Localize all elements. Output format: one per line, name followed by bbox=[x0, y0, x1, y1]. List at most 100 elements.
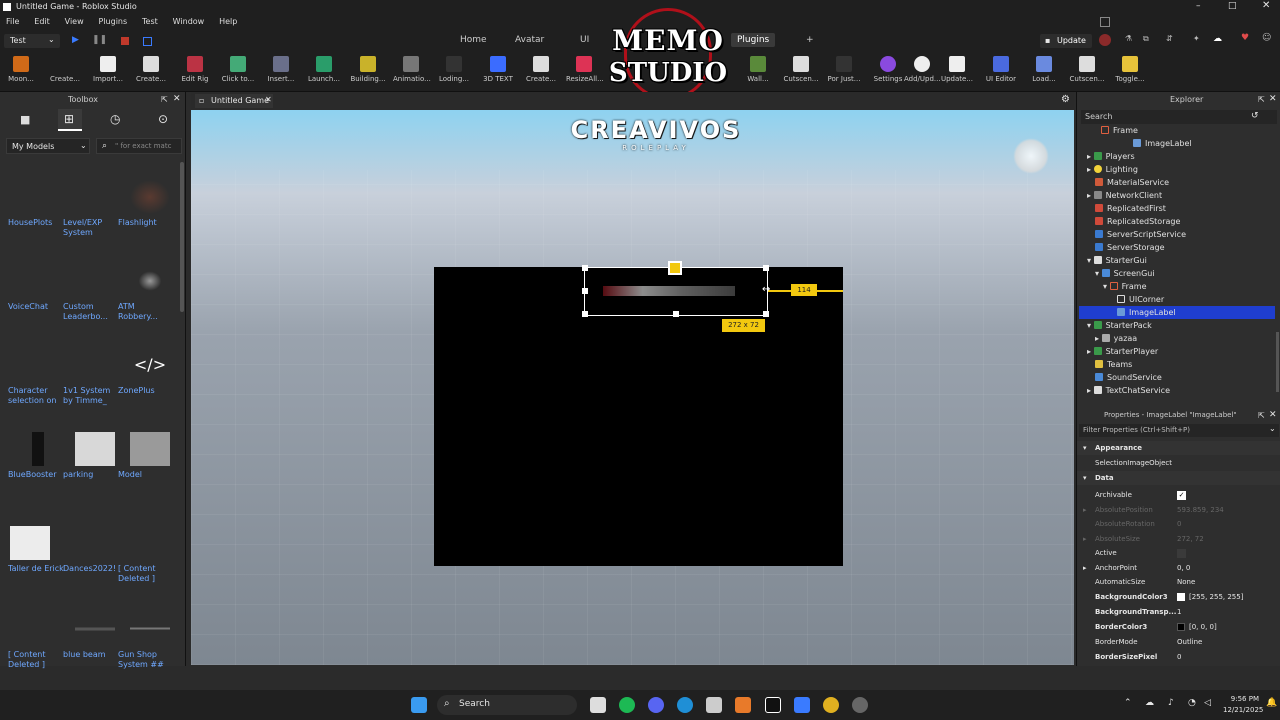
tool-ui-editor[interactable]: UI Editor bbox=[983, 56, 1019, 83]
tool-import[interactable]: Import... bbox=[90, 56, 126, 83]
tool-insert[interactable]: Insert... bbox=[263, 56, 299, 83]
tool-cutscene-2[interactable]: Cutscen... bbox=[1069, 56, 1105, 83]
cloud-icon[interactable]: ☁ bbox=[1213, 34, 1222, 44]
toolbox-item-atm-robbery[interactable]: ATM Robbery... bbox=[118, 264, 176, 322]
toolbox-item-content-deleted[interactable]: [ Content Deleted ] bbox=[118, 526, 176, 584]
tab-plugins[interactable]: Plugins bbox=[731, 33, 776, 47]
popout-icon[interactable]: ⇱ bbox=[1258, 411, 1265, 420]
tree-replicatedfirst[interactable]: ReplicatedFirst bbox=[1095, 202, 1166, 215]
toolbox-item-bluebooster[interactable]: BlueBooster bbox=[8, 432, 66, 480]
menu-edit[interactable]: Edit bbox=[34, 17, 50, 26]
imagelabel-selection[interactable] bbox=[582, 261, 769, 317]
menu-plugins[interactable]: Plugins bbox=[99, 17, 128, 26]
view-cube[interactable] bbox=[1013, 138, 1049, 174]
tool-load[interactable]: Load... bbox=[1026, 56, 1062, 83]
tab-inventory[interactable]: ⊞ bbox=[58, 109, 82, 131]
stop-icon[interactable] bbox=[121, 37, 129, 45]
filter-properties-input[interactable]: Filter Properties (Ctrl+Shift+P) ⌄ bbox=[1079, 424, 1279, 437]
resize-handle[interactable] bbox=[673, 311, 679, 317]
tree-frame-2[interactable]: ▾ Frame bbox=[1103, 280, 1147, 293]
archivable-checkbox[interactable]: ✓ bbox=[1177, 491, 1186, 500]
tool-loding[interactable]: Loding... bbox=[436, 56, 472, 83]
microphone-icon[interactable]: ♪ bbox=[1168, 698, 1174, 708]
prop-active[interactable]: Active bbox=[1077, 546, 1280, 560]
toolbox-item-character-selection[interactable]: Character selection on bbox=[8, 348, 66, 406]
maximize-icon[interactable]: □ bbox=[1228, 1, 1237, 11]
roblox-studio-icon[interactable] bbox=[765, 697, 781, 713]
tree-materialservice[interactable]: MaterialService bbox=[1095, 176, 1169, 189]
spotify-icon[interactable] bbox=[619, 697, 635, 713]
tool-animation[interactable]: Animatio... bbox=[393, 56, 431, 83]
toolbox-item-gun-shop[interactable]: Gun Shop System ## bbox=[118, 612, 176, 670]
bag-icon[interactable]: ■ bbox=[20, 113, 30, 126]
explorer-scrollbar[interactable] bbox=[1276, 332, 1279, 392]
tool-click-to[interactable]: Click to... bbox=[220, 56, 256, 83]
toolbox-scrollbar[interactable] bbox=[180, 162, 184, 312]
toolbox-item-blue-beam[interactable]: blue beam bbox=[63, 612, 121, 660]
history-icon[interactable]: ↺ bbox=[1251, 111, 1259, 121]
tree-players[interactable]: ▸ Players bbox=[1087, 150, 1135, 163]
popout-icon[interactable]: ⇱ bbox=[1258, 95, 1265, 104]
mode-select[interactable]: Test ⌄ bbox=[4, 34, 60, 48]
tool-resize-all[interactable]: ResizeAll... bbox=[566, 56, 604, 83]
tree-frame[interactable]: Frame bbox=[1101, 124, 1138, 137]
app-icon[interactable] bbox=[735, 697, 751, 713]
close-icon[interactable]: ✕ bbox=[173, 94, 181, 104]
bell-icon[interactable]: ♥ bbox=[1241, 33, 1249, 43]
chevron-up-icon[interactable]: ⌃ bbox=[1124, 698, 1132, 708]
app-icon-2[interactable] bbox=[852, 697, 868, 713]
resize-handle[interactable] bbox=[763, 265, 769, 271]
tool-por-just[interactable]: Por Just... bbox=[826, 56, 862, 83]
tool-toggle[interactable]: Toggle... bbox=[1112, 56, 1148, 83]
tree-yazaa[interactable]: ▸ yazaa bbox=[1095, 332, 1137, 345]
tree-serverscriptservice[interactable]: ServerScriptService bbox=[1095, 228, 1186, 241]
tree-imagelabel-selected[interactable]: ImageLabel bbox=[1079, 306, 1275, 319]
tool-create-3[interactable]: Create... bbox=[523, 56, 559, 83]
toolbox-item-custom-leaderboard[interactable]: Custom Leaderbo... bbox=[63, 264, 121, 322]
toolbox-search-input[interactable]: ⌕ " for exact matc bbox=[96, 138, 182, 154]
play-icon[interactable]: ▶ bbox=[72, 35, 79, 45]
close-icon[interactable]: ✕ bbox=[1269, 410, 1277, 420]
toolbox-item-level-exp[interactable]: Level/EXP System bbox=[63, 180, 121, 238]
tree-starterplayer[interactable]: ▸ StarterPlayer bbox=[1087, 345, 1158, 358]
resize-handle[interactable] bbox=[763, 311, 769, 317]
menu-help[interactable]: Help bbox=[219, 17, 237, 26]
tree-networkclient[interactable]: ▸ NetworkClient bbox=[1087, 189, 1162, 202]
toolbox-item-zoneplus[interactable]: </> ZonePlus bbox=[118, 348, 176, 396]
add-tab-icon[interactable]: + bbox=[806, 35, 814, 45]
prop-selectionimageobject[interactable]: SelectionImageObject bbox=[1077, 456, 1280, 470]
toolbox-item-1v1-system[interactable]: 1v1 System by Timme_ bbox=[63, 348, 121, 406]
magic-icon[interactable]: ✦ bbox=[1193, 34, 1200, 43]
edge-icon[interactable] bbox=[677, 697, 693, 713]
tree-textchatservice[interactable]: ▸ TextChatService bbox=[1087, 384, 1170, 397]
settings-icon[interactable]: ⚙ bbox=[1061, 94, 1070, 105]
toolbox-item-parking[interactable]: parking bbox=[63, 432, 121, 480]
share-icon[interactable]: ⧉ bbox=[1143, 34, 1149, 44]
category-dropdown[interactable]: My Models ⌄ bbox=[6, 138, 90, 154]
taskbar-search[interactable]: ⌕ Search bbox=[437, 695, 577, 715]
toggle-icon[interactable] bbox=[143, 37, 152, 46]
minimize-icon[interactable]: – bbox=[1196, 1, 1201, 11]
tree-imagelabel[interactable]: ImageLabel bbox=[1133, 137, 1192, 150]
tree-starterpack[interactable]: ▾ StarterPack bbox=[1087, 319, 1152, 332]
toolbox-item-taller-de-erick[interactable]: Taller de Erick bbox=[8, 526, 66, 574]
tree-lighting[interactable]: ▸ Lighting bbox=[1087, 163, 1138, 176]
tool-building[interactable]: Building... bbox=[350, 56, 386, 83]
tree-serverstorage[interactable]: ServerStorage bbox=[1095, 241, 1165, 254]
prop-archivable[interactable]: Archivable ✓ bbox=[1077, 488, 1280, 502]
explorer-search-input[interactable]: Search ↺ bbox=[1081, 110, 1277, 124]
clock[interactable]: 9:56 PM 12/21/2025 bbox=[1223, 694, 1263, 716]
avatar[interactable] bbox=[1099, 34, 1111, 46]
tool-add-update[interactable]: Add/Upd... bbox=[904, 56, 941, 83]
tree-replicatedstorage[interactable]: ReplicatedStorage bbox=[1095, 215, 1180, 228]
notification-icon[interactable]: 🔔 bbox=[1266, 698, 1277, 708]
popout-icon[interactable]: ⇱ bbox=[161, 95, 168, 104]
rotate-handle[interactable] bbox=[668, 261, 682, 275]
share-icon[interactable] bbox=[1100, 17, 1110, 27]
menu-test[interactable]: Test bbox=[142, 17, 158, 26]
update-button[interactable]: ▪ Update bbox=[1040, 34, 1092, 48]
toolbox-item-voicechat[interactable]: VoiceChat bbox=[8, 264, 66, 312]
prop-backgroundtransparency[interactable]: BackgroundTransp... 1 bbox=[1077, 605, 1280, 619]
tab-home[interactable]: Home bbox=[460, 35, 487, 45]
prop-bordermode[interactable]: BorderMode Outline bbox=[1077, 635, 1280, 649]
